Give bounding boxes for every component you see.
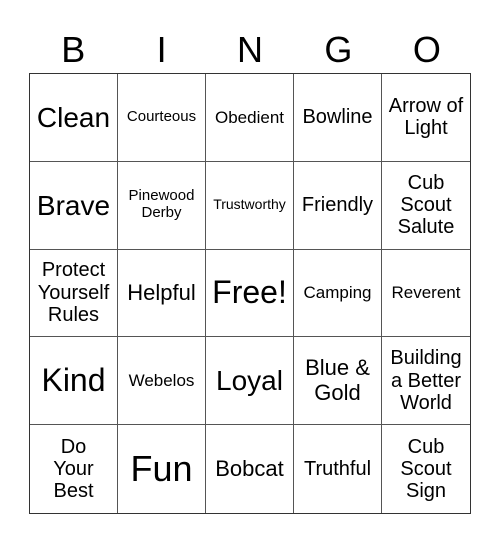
- header-letter-o: O: [412, 29, 441, 70]
- bingo-cell[interactable]: Building a Better World: [382, 337, 470, 426]
- bingo-cell[interactable]: Trustworthy: [206, 161, 294, 250]
- bingo-cell[interactable]: Helpful: [118, 249, 206, 338]
- bingo-cell[interactable]: Brave: [30, 161, 118, 250]
- bingo-cell[interactable]: Truthful: [294, 425, 382, 513]
- bingo-cell[interactable]: Clean: [30, 74, 118, 162]
- bingo-cell[interactable]: Courteous: [118, 74, 206, 162]
- bingo-cell[interactable]: Friendly: [294, 161, 382, 250]
- header-letter-b: B: [61, 29, 86, 70]
- header-letter-g: G: [324, 29, 353, 70]
- bingo-cell[interactable]: Bowline: [294, 74, 382, 162]
- bingo-cell[interactable]: Do Your Best: [30, 425, 118, 513]
- bingo-cell[interactable]: Protect Yourself Rules: [30, 249, 118, 338]
- bingo-cell[interactable]: Fun: [118, 425, 206, 513]
- bingo-cell[interactable]: Blue & Gold: [294, 337, 382, 426]
- header-letter-i: I: [156, 29, 167, 70]
- bingo-cell[interactable]: Pinewood Derby: [118, 161, 206, 250]
- bingo-cell[interactable]: Webelos: [118, 337, 206, 426]
- bingo-cell[interactable]: Reverent: [382, 250, 470, 338]
- bingo-cell[interactable]: Bobcat: [206, 425, 294, 513]
- bingo-card: Clean Courteous Obedient Bowline Arrow o…: [29, 73, 471, 514]
- bingo-header: B I N G O: [29, 28, 471, 72]
- bingo-cell[interactable]: Loyal: [206, 337, 294, 426]
- bingo-cell[interactable]: Kind: [30, 337, 118, 426]
- bingo-cell[interactable]: Arrow of Light: [382, 74, 470, 162]
- bingo-cell[interactable]: Cub Scout Sign: [382, 425, 470, 513]
- bingo-cell[interactable]: Cub Scout Salute: [382, 162, 470, 250]
- header-letter-n: N: [237, 29, 264, 70]
- free-space[interactable]: Free!: [206, 249, 294, 338]
- bingo-cell[interactable]: Obedient: [206, 74, 294, 162]
- bingo-cell[interactable]: Camping: [294, 249, 382, 338]
